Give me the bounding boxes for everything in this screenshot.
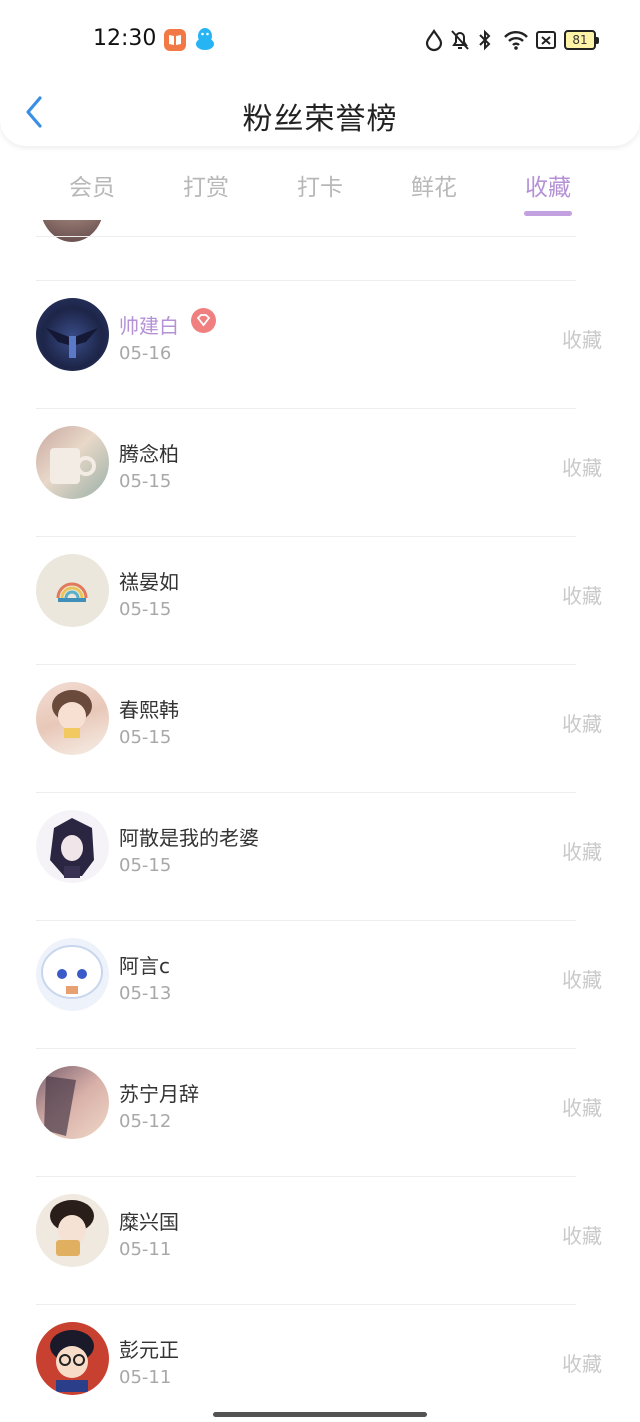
date-label: 05-11 bbox=[119, 1239, 172, 1260]
header-card: 12:30 81 粉丝荣誉榜 bbox=[0, 0, 640, 146]
favorite-label: 收藏 bbox=[562, 328, 602, 352]
user-name: 苏宁月辞 bbox=[119, 1082, 199, 1106]
date-label: 05-15 bbox=[119, 471, 172, 492]
tab-tips[interactable]: 打赏 bbox=[166, 168, 246, 202]
tab-checkin[interactable]: 打卡 bbox=[280, 168, 360, 202]
list-item[interactable]: 帅建白 05-16 收藏 bbox=[0, 280, 640, 408]
sim-x-icon bbox=[535, 28, 557, 56]
tab-favorites[interactable]: 收藏 bbox=[508, 168, 588, 202]
list-item[interactable]: 腾念柏 05-15 收藏 bbox=[0, 408, 640, 536]
avatar bbox=[36, 1066, 109, 1139]
user-name: 帅建白 bbox=[119, 314, 179, 338]
active-tab-indicator bbox=[524, 211, 572, 216]
date-label: 05-12 bbox=[119, 1111, 172, 1132]
avatar bbox=[36, 1322, 109, 1395]
avatar bbox=[40, 220, 104, 242]
fan-list[interactable]: 帅建白 05-16 收藏 腾念柏 05-15 收藏 禚晏如 05-15 收藏 春… bbox=[0, 220, 640, 1400]
list-item[interactable]: 糜兴国 05-11 收藏 bbox=[0, 1176, 640, 1304]
bell-off-icon bbox=[450, 28, 470, 56]
battery-icon: 81 bbox=[564, 30, 599, 50]
list-item[interactable]: 阿言c 05-13 收藏 bbox=[0, 920, 640, 1048]
wifi-icon bbox=[503, 28, 529, 56]
favorite-label: 收藏 bbox=[562, 1096, 602, 1120]
avatar bbox=[36, 938, 109, 1011]
avatar bbox=[36, 426, 109, 499]
list-item[interactable]: 春熙韩 05-15 收藏 bbox=[0, 664, 640, 792]
list-item[interactable]: 苏宁月辞 05-12 收藏 bbox=[0, 1048, 640, 1176]
status-bar: 12:30 81 bbox=[0, 0, 640, 80]
user-name: 彭元正 bbox=[119, 1338, 179, 1362]
date-label: 05-15 bbox=[119, 727, 172, 748]
favorite-label: 收藏 bbox=[562, 1352, 602, 1376]
favorite-label: 收藏 bbox=[562, 1224, 602, 1248]
bluetooth-icon bbox=[476, 28, 494, 56]
user-name: 糜兴国 bbox=[119, 1210, 179, 1234]
vip-diamond-icon bbox=[191, 308, 216, 333]
user-name: 阿言c bbox=[119, 954, 170, 978]
divider bbox=[36, 236, 576, 237]
favorite-label: 收藏 bbox=[562, 584, 602, 608]
user-name: 禚晏如 bbox=[119, 570, 179, 594]
favorite-label: 收藏 bbox=[562, 456, 602, 480]
rainbow-icon bbox=[56, 582, 88, 602]
battery-level: 81 bbox=[572, 33, 588, 47]
list-item[interactable]: 阿散是我的老婆 05-15 收藏 bbox=[0, 792, 640, 920]
favorite-label: 收藏 bbox=[562, 968, 602, 992]
avatar bbox=[36, 1194, 109, 1267]
qq-app-icon bbox=[194, 27, 216, 51]
status-time: 12:30 bbox=[93, 26, 157, 51]
home-indicator[interactable] bbox=[213, 1412, 427, 1417]
user-name: 腾念柏 bbox=[119, 442, 179, 466]
user-name: 阿散是我的老婆 bbox=[119, 826, 259, 850]
avatar bbox=[36, 298, 109, 371]
list-item[interactable]: 彭元正 05-11 收藏 bbox=[0, 1304, 640, 1400]
date-label: 05-16 bbox=[119, 343, 172, 364]
list-item[interactable]: 禚晏如 05-15 收藏 bbox=[0, 536, 640, 664]
user-name: 春熙韩 bbox=[119, 698, 179, 722]
date-label: 05-13 bbox=[119, 983, 172, 1004]
tab-membership[interactable]: 会员 bbox=[52, 168, 132, 202]
date-label: 05-15 bbox=[119, 855, 172, 876]
tab-flowers[interactable]: 鲜花 bbox=[394, 168, 474, 202]
date-label: 05-15 bbox=[119, 599, 172, 620]
favorite-label: 收藏 bbox=[562, 712, 602, 736]
favorite-label: 收藏 bbox=[562, 840, 602, 864]
avatar bbox=[36, 682, 109, 755]
tab-bar: 会员 打赏 打卡 鲜花 收藏 bbox=[0, 160, 640, 220]
nav-bar: 粉丝荣誉榜 bbox=[0, 80, 640, 146]
date-label: 05-11 bbox=[119, 1367, 172, 1388]
avatar bbox=[36, 810, 109, 883]
reader-app-icon bbox=[164, 29, 186, 51]
avatar bbox=[36, 554, 109, 627]
water-drop-icon bbox=[424, 28, 444, 56]
page-title: 粉丝荣誉榜 bbox=[242, 102, 398, 137]
